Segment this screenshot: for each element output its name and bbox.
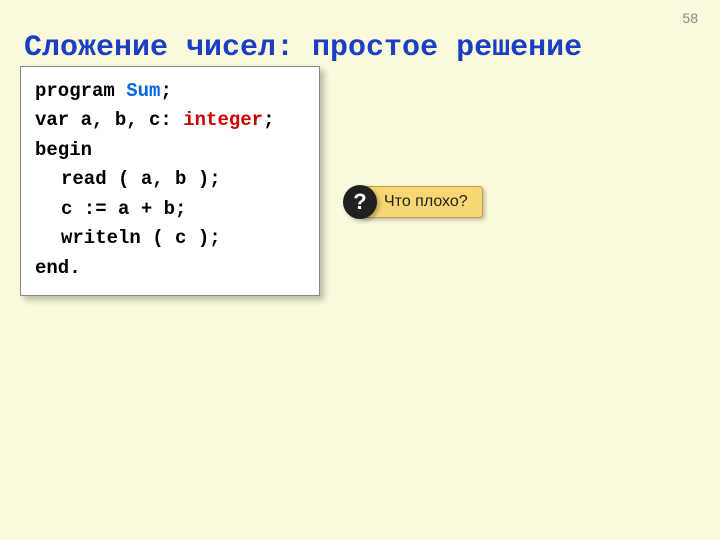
callout-text: Что плохо? bbox=[361, 186, 483, 218]
code-line-7: end. bbox=[35, 254, 305, 283]
type-integer: integer bbox=[183, 109, 263, 131]
code-block: program Sum; var a, b, c: integer; begin… bbox=[20, 66, 320, 296]
question-icon: ? bbox=[343, 185, 377, 219]
code-line-2: var a, b, c: integer; bbox=[35, 106, 305, 135]
code-line-4: read ( a, b ); bbox=[35, 165, 305, 194]
semicolon: ; bbox=[263, 109, 274, 131]
code-line-6: writeln ( c ); bbox=[35, 224, 305, 253]
kw-program: program bbox=[35, 80, 126, 102]
stmt-writeln: writeln ( c ); bbox=[35, 224, 221, 253]
stmt-read: read ( a, b ); bbox=[35, 165, 221, 194]
program-name: Sum bbox=[126, 80, 160, 102]
stmt-assign: c := a + b; bbox=[35, 195, 186, 224]
code-line-3: begin bbox=[35, 136, 305, 165]
callout: ? Что плохо? bbox=[343, 185, 483, 219]
semicolon: ; bbox=[160, 80, 171, 102]
page-number: 58 bbox=[682, 10, 698, 26]
slide-title: Сложение чисел: простое решение bbox=[24, 30, 582, 66]
code-line-5: c := a + b; bbox=[35, 195, 305, 224]
var-decl: var a, b, c: bbox=[35, 109, 183, 131]
code-line-1: program Sum; bbox=[35, 77, 305, 106]
